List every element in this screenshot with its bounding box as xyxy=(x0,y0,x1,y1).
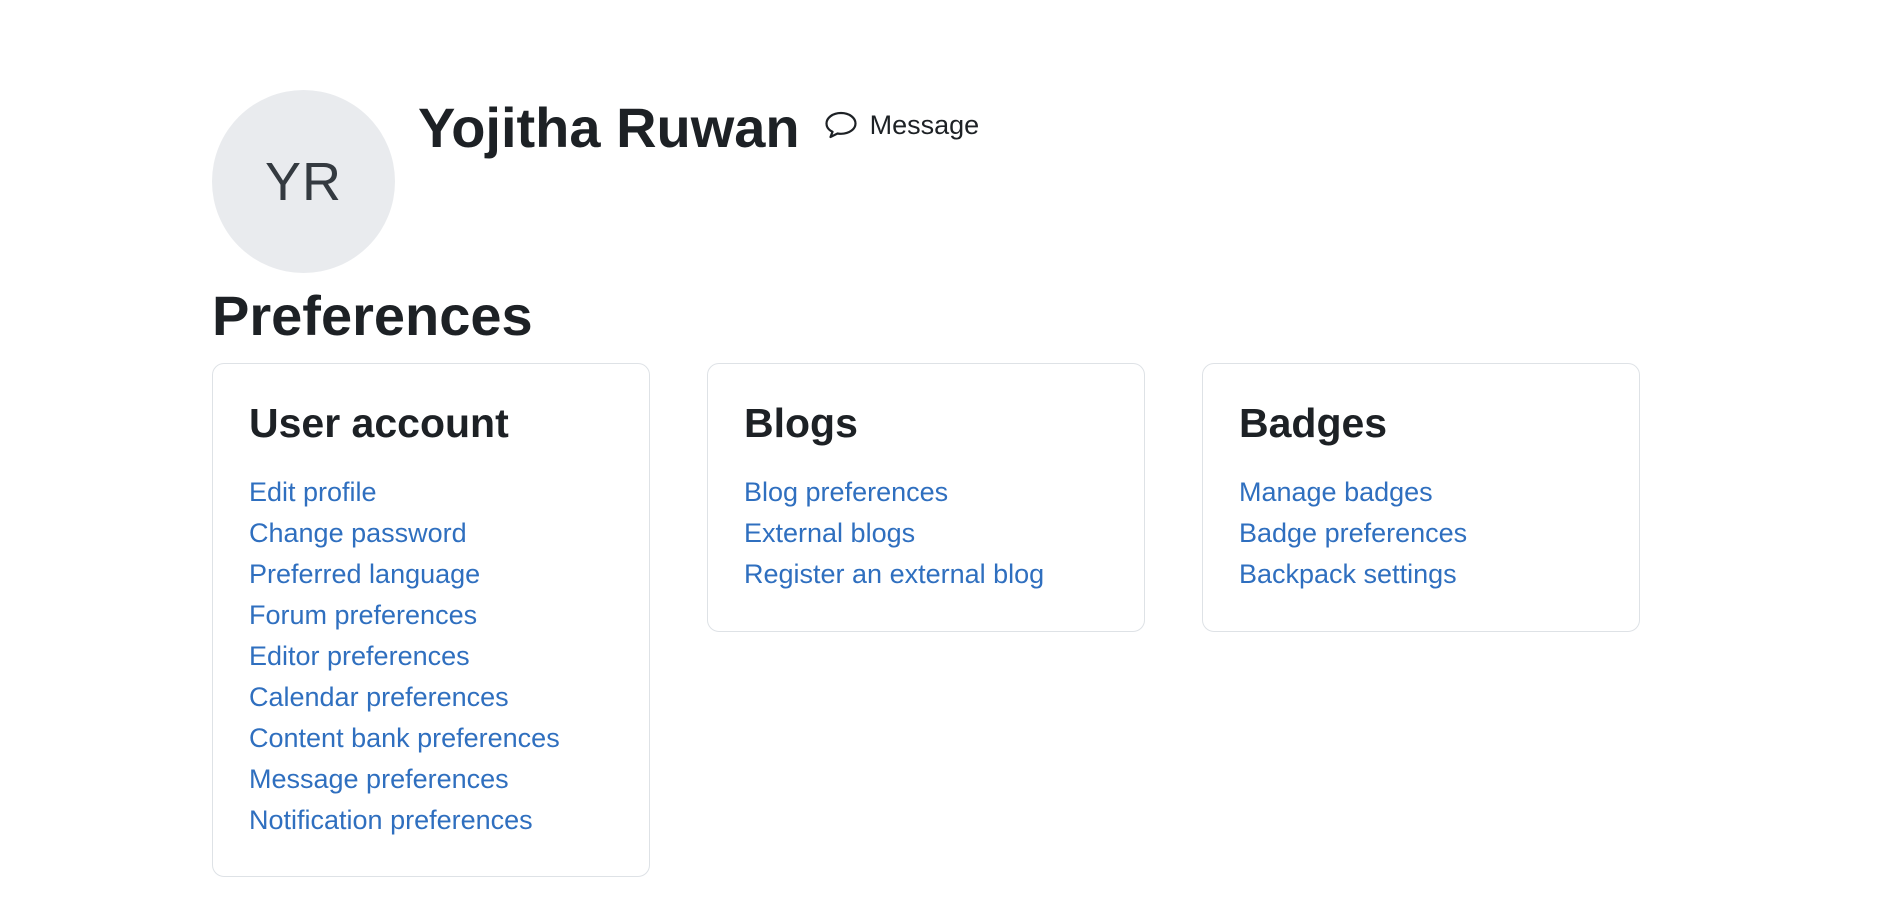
message-preferences-link[interactable]: Message preferences xyxy=(249,764,509,794)
edit-profile-link[interactable]: Edit profile xyxy=(249,477,377,507)
profile-header: YR Yojitha Ruwan Message xyxy=(212,90,1212,275)
card-badges: Badges Manage badges Badge preferences B… xyxy=(1202,363,1640,632)
link-list: Manage badges Badge preferences Backpack… xyxy=(1239,472,1603,595)
external-blogs-link[interactable]: External blogs xyxy=(744,518,915,548)
badge-preferences-link[interactable]: Badge preferences xyxy=(1239,518,1467,548)
list-item: Blog preferences xyxy=(744,472,1108,513)
register-external-blog-link[interactable]: Register an external blog xyxy=(744,559,1044,589)
message-button[interactable]: Message xyxy=(824,109,980,141)
avatar: YR xyxy=(212,90,395,273)
link-list: Blog preferences External blogs Register… xyxy=(744,472,1108,595)
card-title: Badges xyxy=(1239,400,1388,446)
list-item: Calendar preferences xyxy=(249,677,613,718)
list-item: Backpack settings xyxy=(1239,554,1603,595)
list-item: Badge preferences xyxy=(1239,513,1603,554)
page-title: Preferences xyxy=(212,284,533,347)
list-item: Forum preferences xyxy=(249,595,613,636)
list-item: External blogs xyxy=(744,513,1108,554)
avatar-initials: YR xyxy=(264,151,342,212)
list-item: Manage badges xyxy=(1239,472,1603,513)
list-item: Change password xyxy=(249,513,613,554)
card-blogs: Blogs Blog preferences External blogs Re… xyxy=(707,363,1145,632)
user-name: Yojitha Ruwan xyxy=(418,96,800,159)
card-title: User account xyxy=(249,400,509,446)
list-item: Edit profile xyxy=(249,472,613,513)
blog-preferences-link[interactable]: Blog preferences xyxy=(744,477,948,507)
speech-bubble-icon xyxy=(824,110,858,140)
list-item: Editor preferences xyxy=(249,636,613,677)
editor-preferences-link[interactable]: Editor preferences xyxy=(249,641,470,671)
manage-badges-link[interactable]: Manage badges xyxy=(1239,477,1433,507)
name-row: Yojitha Ruwan Message xyxy=(418,92,979,164)
backpack-settings-link[interactable]: Backpack settings xyxy=(1239,559,1457,589)
card-user-account: User account Edit profile Change passwor… xyxy=(212,363,650,877)
message-label: Message xyxy=(869,109,980,140)
calendar-preferences-link[interactable]: Calendar preferences xyxy=(249,682,509,712)
list-item: Notification preferences xyxy=(249,800,613,841)
notification-preferences-link[interactable]: Notification preferences xyxy=(249,805,533,835)
change-password-link[interactable]: Change password xyxy=(249,518,467,548)
link-list: Edit profile Change password Preferred l… xyxy=(249,472,613,841)
preferred-language-link[interactable]: Preferred language xyxy=(249,559,480,589)
list-item: Content bank preferences xyxy=(249,718,613,759)
list-item: Message preferences xyxy=(249,759,613,800)
page-content: YR Yojitha Ruwan Message Preferences Use… xyxy=(212,0,1672,908)
list-item: Register an external blog xyxy=(744,554,1108,595)
content-bank-preferences-link[interactable]: Content bank preferences xyxy=(249,723,560,753)
forum-preferences-link[interactable]: Forum preferences xyxy=(249,600,477,630)
card-title: Blogs xyxy=(744,400,858,446)
list-item: Preferred language xyxy=(249,554,613,595)
